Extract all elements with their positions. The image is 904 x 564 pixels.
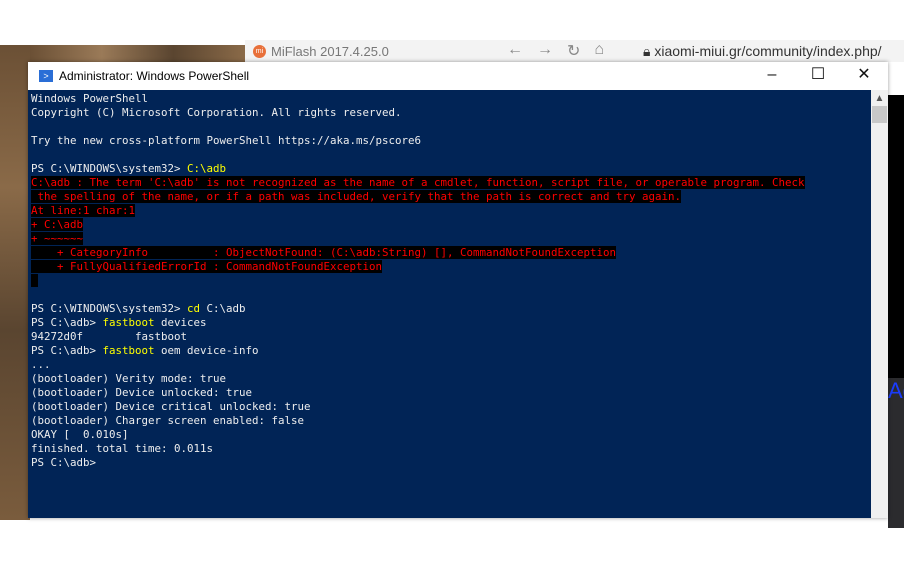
maximize-button[interactable]: ☐ bbox=[795, 62, 841, 90]
error-text: + C:\adb bbox=[31, 218, 84, 231]
tab-title: MiFlash 2017.4.25.0 bbox=[271, 44, 389, 59]
url-text: xiaomi-miui.gr/community/index.php/ bbox=[654, 43, 882, 59]
console-line: + FullyQualifiedErrorId : CommandNotFoun… bbox=[31, 260, 871, 274]
reload-icon[interactable]: ↻ bbox=[567, 41, 580, 61]
line-text: finished. total time: 0.011s bbox=[31, 442, 214, 455]
console-line: At line:1 char:1 bbox=[31, 204, 871, 218]
vertical-scrollbar[interactable]: ▲ bbox=[871, 90, 888, 518]
command-text: cd bbox=[187, 302, 201, 315]
line-text: 94272d0f fastboot bbox=[31, 330, 188, 343]
error-text: + CategoryInfo : ObjectNotFound: (C:\adb… bbox=[31, 246, 617, 259]
console-line: + ~~~~~~ bbox=[31, 232, 871, 246]
line-text: (bootloader) Charger screen enabled: fal… bbox=[31, 414, 305, 427]
console-line: + CategoryInfo : ObjectNotFound: (C:\adb… bbox=[31, 246, 871, 260]
console-line: OKAY [ 0.010s] bbox=[31, 428, 871, 442]
home-icon[interactable]: ⌂ bbox=[594, 41, 604, 61]
browser-tab[interactable]: mi MiFlash 2017.4.25.0 bbox=[253, 44, 389, 59]
line-text: ... bbox=[31, 358, 51, 371]
error-text bbox=[31, 274, 38, 287]
minimize-button[interactable]: – bbox=[749, 62, 795, 90]
line-text: (bootloader) Verity mode: true bbox=[31, 372, 227, 385]
line-text: PS C:\WINDOWS\system32> bbox=[31, 302, 188, 315]
background-text: Ad bbox=[888, 378, 904, 528]
line-text: (bootloader) Device unlocked: true bbox=[31, 386, 253, 399]
desktop-background-top bbox=[30, 45, 245, 62]
lock-icon: 🔒︎ bbox=[643, 43, 655, 59]
console-line: Copyright (C) Microsoft Corporation. All… bbox=[31, 106, 871, 120]
command-text: fastboot bbox=[102, 344, 155, 357]
console-line bbox=[31, 274, 871, 288]
line-text: PS C:\WINDOWS\system32> bbox=[31, 162, 188, 175]
browser-window-behind: mi MiFlash 2017.4.25.0 ← → ↻ ⌂ 🔒︎ xiaomi-miu… bbox=[245, 40, 904, 62]
console-line: 94272d0f fastboot bbox=[31, 330, 871, 344]
console-line: (bootloader) Charger screen enabled: fal… bbox=[31, 414, 871, 428]
desktop-background bbox=[0, 45, 30, 520]
error-text: + FullyQualifiedErrorId : CommandNotFoun… bbox=[31, 260, 383, 273]
background-window-edge: Ad bbox=[888, 62, 904, 528]
line-text: OKAY [ 0.010s] bbox=[31, 428, 129, 441]
line-text: PS C:\adb> bbox=[31, 316, 103, 329]
powershell-window: > Administrator: Windows PowerShell – ☐ … bbox=[28, 62, 888, 518]
console-line: finished. total time: 0.011s bbox=[31, 442, 871, 456]
console-line: PS C:\adb> fastboot devices bbox=[31, 316, 871, 330]
console-line: PS C:\adb> fastboot oem device-info bbox=[31, 344, 871, 358]
console-line: Windows PowerShell bbox=[31, 92, 871, 106]
close-button[interactable]: ✕ bbox=[841, 62, 887, 90]
command-args: devices bbox=[154, 316, 207, 329]
console-line: (bootloader) Device critical unlocked: t… bbox=[31, 400, 871, 414]
line-text: Try the new cross-platform PowerShell ht… bbox=[31, 134, 422, 147]
command-text: fastboot bbox=[102, 316, 155, 329]
console-line: ... bbox=[31, 358, 871, 372]
line-text: (bootloader) Device critical unlocked: t… bbox=[31, 400, 311, 413]
console-line: PS C:\WINDOWS\system32> C:\adb bbox=[31, 162, 871, 176]
console-line: the spelling of the name, or if a path w… bbox=[31, 190, 871, 204]
powershell-icon: > bbox=[39, 70, 53, 82]
line-text: Copyright (C) Microsoft Corporation. All… bbox=[31, 106, 402, 119]
error-text: + ~~~~~~ bbox=[31, 232, 84, 245]
back-icon[interactable]: ← bbox=[507, 41, 523, 61]
address-bar[interactable]: 🔒︎ xiaomi-miui.gr/community/index.php/ bbox=[643, 43, 882, 60]
window-title: Administrator: Windows PowerShell bbox=[59, 69, 250, 83]
console-output[interactable]: Windows PowerShell Copyright (C) Microsof… bbox=[28, 90, 871, 518]
console-line: PS C:\adb> bbox=[31, 456, 871, 470]
console-line: (bootloader) Device unlocked: true bbox=[31, 386, 871, 400]
forward-icon[interactable]: → bbox=[537, 41, 553, 61]
title-bar[interactable]: > Administrator: Windows PowerShell – ☐ … bbox=[28, 62, 888, 90]
scroll-up-icon[interactable]: ▲ bbox=[871, 90, 888, 106]
line-text: PS C:\adb> bbox=[31, 344, 103, 357]
mi-logo-icon: mi bbox=[253, 45, 266, 58]
error-text: C:\adb : The term 'C:\adb' is not recogn… bbox=[31, 176, 805, 189]
scrollbar-thumb[interactable] bbox=[872, 106, 887, 123]
command-args: oem device-info bbox=[154, 344, 259, 357]
error-text: the spelling of the name, or if a path w… bbox=[31, 190, 682, 203]
console-line: (bootloader) Verity mode: true bbox=[31, 372, 871, 386]
console-line: PS C:\WINDOWS\system32> cd C:\adb bbox=[31, 302, 871, 316]
line-text: PS C:\adb> bbox=[31, 456, 97, 469]
error-text: At line:1 char:1 bbox=[31, 204, 136, 217]
command-args: C:\adb bbox=[200, 302, 246, 315]
console-line: Try the new cross-platform PowerShell ht… bbox=[31, 134, 871, 148]
console-line: + C:\adb bbox=[31, 218, 871, 232]
line-text: Windows PowerShell bbox=[31, 92, 149, 105]
console-line: C:\adb : The term 'C:\adb' is not recogn… bbox=[31, 176, 871, 190]
command-text: C:\adb bbox=[187, 162, 227, 175]
